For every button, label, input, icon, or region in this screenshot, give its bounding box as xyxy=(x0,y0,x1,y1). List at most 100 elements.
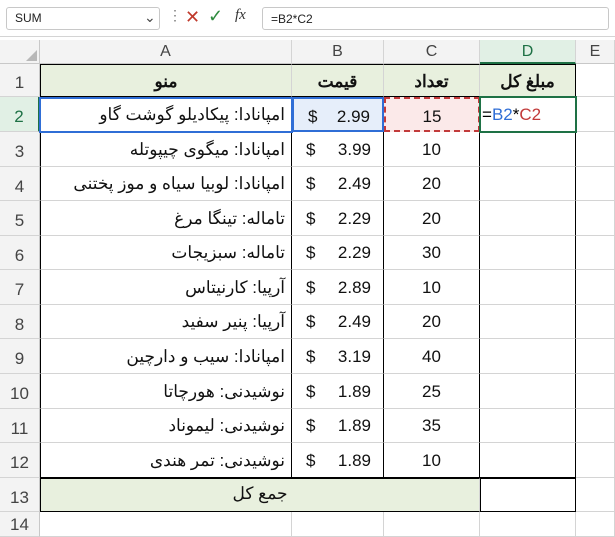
qty-cell[interactable]: 35 xyxy=(384,409,480,443)
row-header-5[interactable]: 5 xyxy=(0,201,40,236)
qty-cell[interactable]: 20 xyxy=(384,167,480,201)
enter-icon[interactable]: ✓ xyxy=(208,6,223,27)
cell-e3[interactable] xyxy=(576,132,615,167)
column-header-c[interactable]: C xyxy=(384,40,480,64)
total-label[interactable]: جمع کل xyxy=(40,478,480,512)
header-qty[interactable]: تعداد xyxy=(384,64,480,97)
more-options-icon[interactable]: ⋮ xyxy=(168,7,182,24)
edit-ref-c2: C2 xyxy=(519,105,542,124)
amount-cell[interactable] xyxy=(480,201,576,236)
header-price[interactable]: قیمت xyxy=(292,64,384,97)
cell-e4[interactable] xyxy=(576,167,615,201)
row-header-7[interactable]: 7 xyxy=(0,270,40,305)
price-cell[interactable]: $2.29 xyxy=(292,201,384,236)
menu-item-cell[interactable]: امپانادا: پیکادیلو گوشت گاو xyxy=(40,97,292,132)
menu-item-cell[interactable]: امپانادا: میگوی چیپوتله xyxy=(40,132,292,167)
active-cell-d2[interactable]: =B2*C2 xyxy=(479,96,577,133)
cell-e10[interactable] xyxy=(576,374,615,409)
cell-e12[interactable] xyxy=(576,443,615,478)
name-box[interactable]: SUM ⌄ xyxy=(6,7,160,30)
menu-item-cell[interactable]: تاماله: سبزیجات xyxy=(40,236,292,270)
cell-e14[interactable] xyxy=(576,512,615,537)
amount-cell[interactable] xyxy=(480,339,576,374)
row-header-3[interactable]: 3 xyxy=(0,132,40,167)
menu-item-cell[interactable]: نوشیدنی: هورچاتا xyxy=(40,374,292,409)
price-cell[interactable]: $2.29 xyxy=(292,236,384,270)
qty-cell[interactable]: 10 xyxy=(384,132,480,167)
cell-e6[interactable] xyxy=(576,236,615,270)
amount-cell[interactable] xyxy=(480,132,576,167)
formula-input[interactable]: =B2*C2 xyxy=(262,7,609,30)
row-header-9[interactable]: 9 xyxy=(0,339,40,374)
column-header-d[interactable]: D xyxy=(480,40,576,64)
row-header-4[interactable]: 4 xyxy=(0,167,40,201)
column-header-a[interactable]: A xyxy=(40,40,292,64)
menu-item-cell[interactable]: امپانادا: لوبیا سیاه و موز پختنی xyxy=(40,167,292,201)
menu-item-cell[interactable]: آرپیا: پنیر سفید xyxy=(40,305,292,339)
currency-symbol: $ xyxy=(306,174,316,193)
price-value: 2.29 xyxy=(337,243,371,262)
currency-symbol: $ xyxy=(306,209,316,228)
row-header-11[interactable]: 11 xyxy=(0,409,40,443)
row-header-1[interactable]: 1 xyxy=(0,64,40,97)
header-amount[interactable]: مبلغ کل xyxy=(480,64,576,97)
row-header-6[interactable]: 6 xyxy=(0,236,40,270)
qty-cell[interactable]: 25 xyxy=(384,374,480,409)
row-header-10[interactable]: 10 xyxy=(0,374,40,409)
qty-cell[interactable]: 10 xyxy=(384,270,480,305)
menu-item-cell[interactable]: آرپیا: کارنیتاس xyxy=(40,270,292,305)
column-header-e[interactable]: E xyxy=(576,40,615,64)
row-header-14[interactable]: 14 xyxy=(0,512,40,537)
cell-e7[interactable] xyxy=(576,270,615,305)
total-amount-cell[interactable] xyxy=(480,478,576,512)
cell-e13[interactable] xyxy=(576,478,615,512)
cancel-icon[interactable]: ✕ xyxy=(185,7,200,28)
price-cell[interactable]: $2.49 xyxy=(292,167,384,201)
header-menu[interactable]: منو xyxy=(40,64,292,97)
cell-e8[interactable] xyxy=(576,305,615,339)
amount-cell[interactable] xyxy=(480,236,576,270)
row-header-8[interactable]: 8 xyxy=(0,305,40,339)
qty-cell[interactable]: 15 xyxy=(384,97,480,132)
qty-cell[interactable]: 40 xyxy=(384,339,480,374)
menu-item-cell[interactable]: نوشیدنی: لیموناد xyxy=(40,409,292,443)
currency-symbol: $ xyxy=(308,107,318,126)
price-cell[interactable]: $1.89 xyxy=(292,374,384,409)
chevron-down-icon[interactable]: ⌄ xyxy=(144,9,156,26)
price-cell[interactable]: $1.89 xyxy=(292,443,384,478)
insert-function-icon[interactable]: fx xyxy=(235,7,246,24)
row-header-12[interactable]: 12 xyxy=(0,443,40,478)
cell-e9[interactable] xyxy=(576,339,615,374)
column-header-b[interactable]: B xyxy=(292,40,384,64)
qty-cell[interactable]: 20 xyxy=(384,201,480,236)
amount-cell[interactable] xyxy=(480,443,576,478)
cell-b14[interactable] xyxy=(292,512,384,537)
amount-cell[interactable] xyxy=(480,270,576,305)
cell-e5[interactable] xyxy=(576,201,615,236)
amount-cell[interactable] xyxy=(480,167,576,201)
menu-item-cell[interactable]: تاماله: تینگا مرغ xyxy=(40,201,292,236)
row-header-13[interactable]: 13 xyxy=(0,478,40,512)
cell-a14[interactable] xyxy=(40,512,292,537)
price-cell[interactable]: $3.99 xyxy=(292,132,384,167)
price-value: 1.89 xyxy=(337,451,371,470)
qty-cell[interactable]: 20 xyxy=(384,305,480,339)
menu-item-cell[interactable]: امپانادا: سیب و دارچین xyxy=(40,339,292,374)
qty-cell[interactable]: 10 xyxy=(384,443,480,478)
cell-e11[interactable] xyxy=(576,409,615,443)
menu-item-cell[interactable]: نوشیدنی: تمر هندی xyxy=(40,443,292,478)
price-cell[interactable]: $2.99 xyxy=(292,97,384,132)
cell-e2[interactable] xyxy=(576,97,615,132)
price-cell[interactable]: $2.89 xyxy=(292,270,384,305)
price-cell[interactable]: $1.89 xyxy=(292,409,384,443)
cell-c14[interactable] xyxy=(384,512,480,537)
row-header-2[interactable]: 2 xyxy=(0,97,40,132)
amount-cell[interactable] xyxy=(480,374,576,409)
cell-d14[interactable] xyxy=(480,512,576,537)
cell-e1[interactable] xyxy=(576,64,615,97)
amount-cell[interactable] xyxy=(480,305,576,339)
price-cell[interactable]: $3.19 xyxy=(292,339,384,374)
amount-cell[interactable] xyxy=(480,409,576,443)
qty-cell[interactable]: 30 xyxy=(384,236,480,270)
price-cell[interactable]: $2.49 xyxy=(292,305,384,339)
